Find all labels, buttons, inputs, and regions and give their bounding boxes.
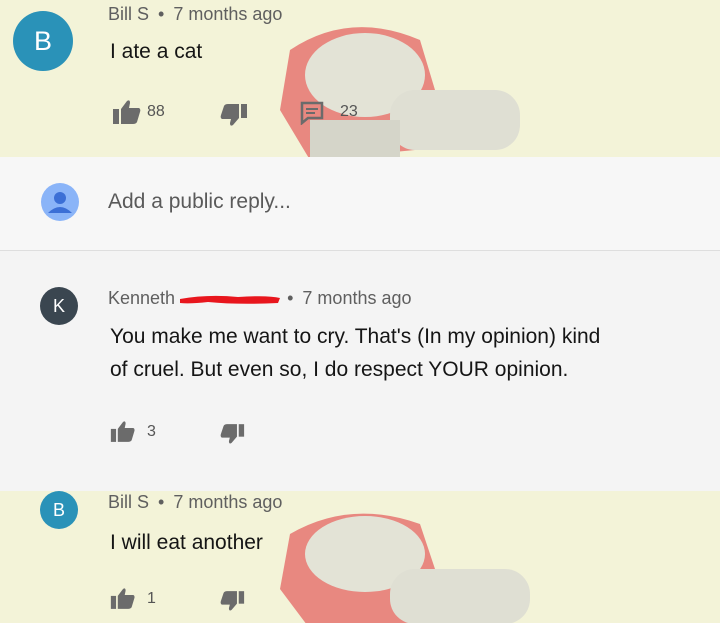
avatar-bill[interactable]: B (13, 11, 73, 71)
thumbs-down-icon[interactable] (220, 590, 245, 612)
avatar-bill[interactable]: B (40, 491, 78, 529)
comment-kenneth: K Kenneth • 7 months ago You make me wan… (0, 251, 720, 491)
author-name[interactable]: Bill S (108, 492, 149, 512)
avatar-kenneth[interactable]: K (40, 287, 78, 325)
comment-line: You make me want to cry. That's (In my o… (110, 325, 601, 348)
watermark-figure (280, 27, 520, 157)
author-name[interactable]: Kenneth (108, 288, 175, 308)
comment-meta: Kenneth • 7 months ago (108, 288, 412, 309)
user-avatar-icon (48, 192, 72, 213)
comment-meta: Bill S • 7 months ago (108, 492, 282, 513)
comment-text: I will eat another (110, 531, 263, 554)
reply-icon[interactable] (300, 101, 324, 125)
thumbs-up-icon[interactable] (110, 420, 136, 443)
comment-bill-1: B Bill S • 7 months ago I ate a cat 88 2… (0, 0, 720, 157)
thumbs-down-icon[interactable] (220, 103, 248, 127)
avatar-letter: K (52, 295, 65, 316)
timestamp[interactable]: 7 months ago (173, 4, 282, 24)
avatar-letter: B (52, 499, 65, 520)
meta-separator: • (158, 492, 165, 512)
reply-count: 23 (340, 103, 358, 120)
like-count: 1 (147, 590, 156, 607)
comment-bill-2: B Bill S • 7 months ago I will eat anoth… (0, 491, 720, 623)
thumbs-down-icon[interactable] (220, 423, 245, 445)
comment-meta: Bill S • 7 months ago (108, 4, 282, 25)
user-avatar (41, 183, 79, 221)
redaction-mark (180, 296, 281, 305)
thumbs-up-icon[interactable] (110, 587, 136, 610)
reply-input[interactable]: Add a public reply... (108, 190, 291, 214)
comment-text: I ate a cat (110, 40, 203, 63)
avatar-letter: B (33, 25, 52, 56)
reply-box[interactable]: Add a public reply... (0, 157, 720, 251)
comment-line: of cruel. But even so, I do respect YOUR… (110, 358, 569, 381)
timestamp[interactable]: 7 months ago (302, 288, 411, 308)
like-count: 3 (147, 423, 156, 440)
like-count: 88 (147, 103, 165, 120)
thumbs-up-icon[interactable] (112, 99, 142, 125)
timestamp[interactable]: 7 months ago (173, 492, 282, 512)
meta-separator: • (287, 288, 294, 308)
comment-text: You make me want to cry. That's (In my o… (110, 320, 710, 386)
meta-separator: • (158, 4, 165, 24)
author-name[interactable]: Bill S (108, 4, 149, 24)
watermark-figure (280, 513, 530, 623)
